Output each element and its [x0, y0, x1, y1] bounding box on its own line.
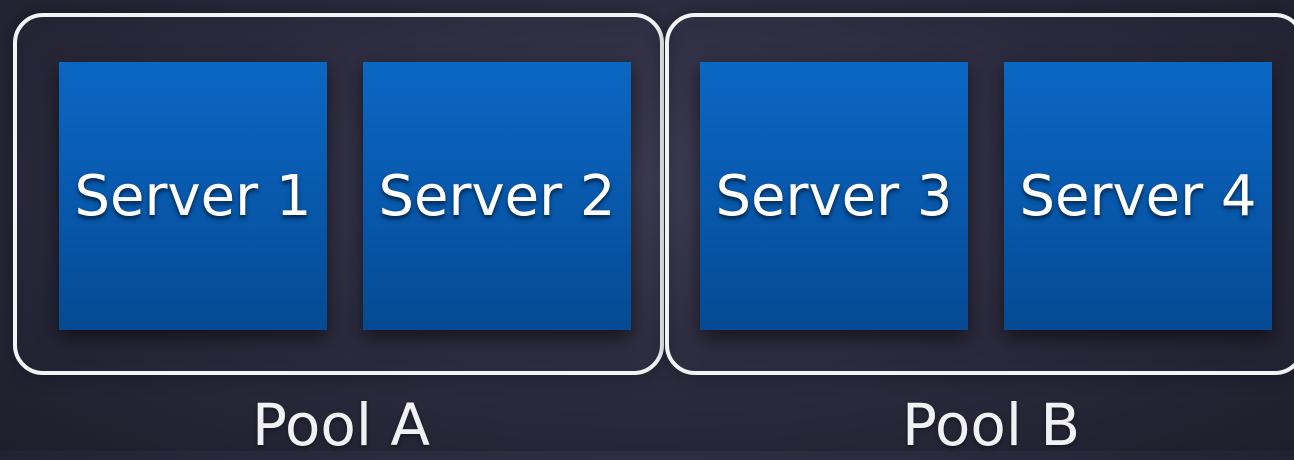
- pool-b-label: Pool B: [902, 391, 1081, 459]
- server-3-label: Server 3: [715, 163, 953, 229]
- server-3-box: Server 3: [700, 62, 968, 330]
- server-2-label: Server 2: [378, 163, 616, 229]
- server-1-box: Server 1: [59, 62, 327, 330]
- server-2-box: Server 2: [363, 62, 631, 330]
- server-4-box: Server 4: [1004, 62, 1272, 330]
- server-4-label: Server 4: [1019, 163, 1257, 229]
- pool-a-label: Pool A: [252, 391, 431, 459]
- server-1-label: Server 1: [74, 163, 312, 229]
